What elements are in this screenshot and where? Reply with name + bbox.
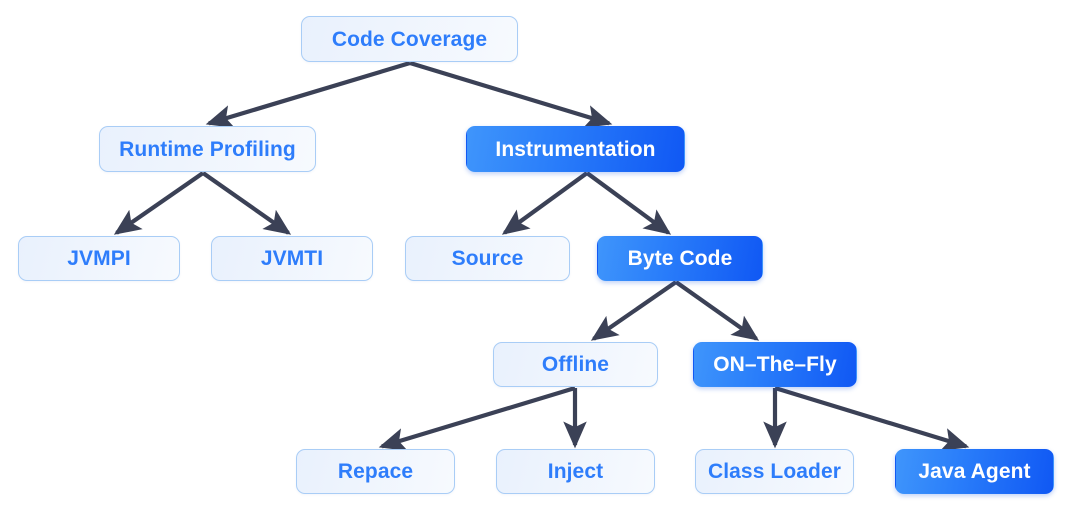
node-java-agent[interactable]: Java Agent <box>895 449 1054 494</box>
edge-instr-bytecode <box>585 171 672 235</box>
edge-bytecode-onthefly <box>674 280 760 341</box>
node-source[interactable]: Source <box>405 236 570 281</box>
node-repace[interactable]: Repace <box>296 449 455 494</box>
node-offline[interactable]: Offline <box>493 342 658 387</box>
node-byte-code[interactable]: Byte Code <box>597 236 763 281</box>
edge-onthefly-javaagent <box>774 385 970 451</box>
edge-bytecode-offline <box>590 280 678 341</box>
node-label-repace: Repace <box>337 460 414 483</box>
edge-offline-repace <box>378 385 576 451</box>
node-label-inject: Inject <box>547 460 604 483</box>
node-label-code-coverage: Code Coverage <box>331 27 488 51</box>
node-label-source: Source <box>451 247 524 270</box>
node-jvmpi[interactable]: JVMPI <box>18 236 180 281</box>
edge-runtime-jvmti <box>201 171 292 235</box>
node-label-jvmti: JVMTI <box>260 247 324 270</box>
node-inject[interactable]: Inject <box>496 449 655 494</box>
node-class-loader[interactable]: Class Loader <box>695 449 854 494</box>
node-on-the-fly[interactable]: ON–The–Fly <box>693 342 857 387</box>
edge-instr-source <box>501 171 589 235</box>
node-label-class-loader: Class Loader <box>707 460 842 483</box>
node-label-java-agent: Java Agent <box>918 460 1031 483</box>
node-runtime-profiling[interactable]: Runtime Profiling <box>99 126 316 172</box>
node-label-byte-code: Byte Code <box>627 247 733 270</box>
node-code-coverage[interactable]: Code Coverage <box>301 16 518 62</box>
node-jvmti[interactable]: JVMTI <box>211 236 373 281</box>
edge-runtime-jvmpi <box>113 171 205 235</box>
node-label-instrumentation: Instrumentation <box>495 137 656 161</box>
node-label-offline: Offline <box>541 353 610 376</box>
diagram-canvas: Code Coverage Runtime Profiling Instrument… <box>0 0 1080 514</box>
node-label-runtime-profiling: Runtime Profiling <box>119 137 296 161</box>
node-label-jvmpi: JVMPI <box>67 247 131 270</box>
edge-coverage-instr <box>409 60 613 128</box>
node-instrumentation[interactable]: Instrumentation <box>466 126 685 172</box>
edge-coverage-runtime <box>205 60 411 128</box>
node-label-on-the-fly: ON–The–Fly <box>713 353 837 376</box>
